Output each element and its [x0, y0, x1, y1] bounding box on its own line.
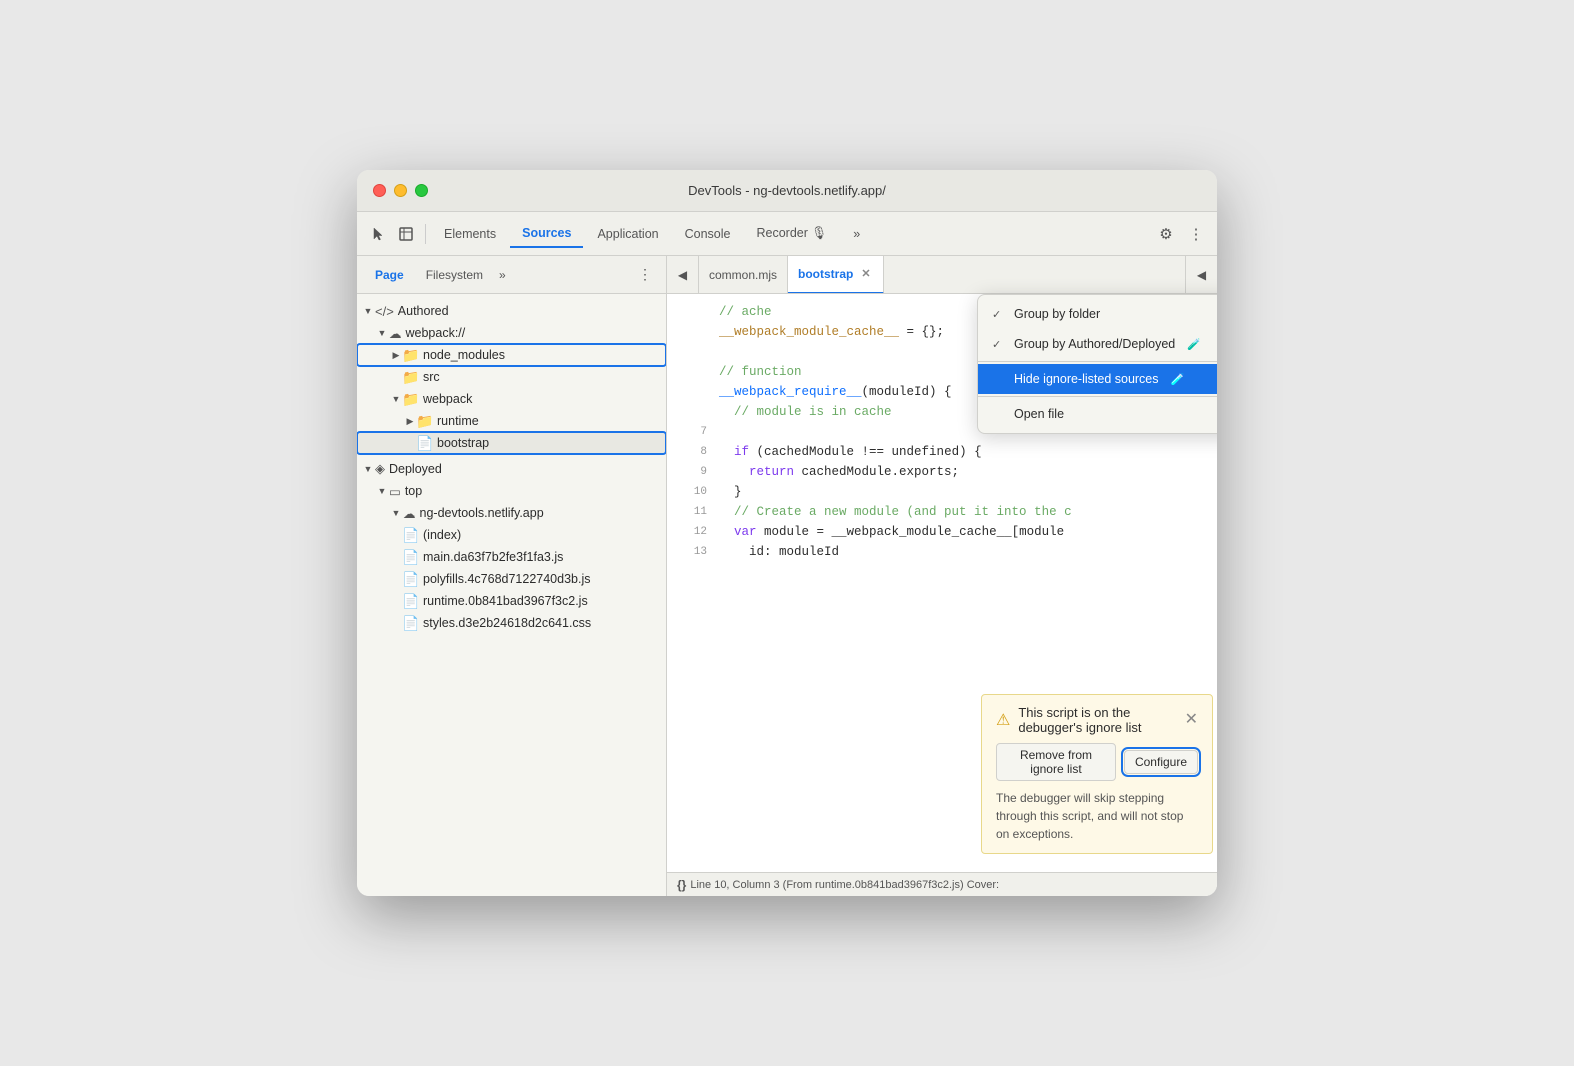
cursor-icon[interactable] — [365, 221, 391, 247]
notif-close-button[interactable]: ✕ — [1185, 712, 1198, 728]
code-line-9: 9 return cachedModule.exports; — [667, 462, 1217, 482]
src-item[interactable]: 📁 src — [357, 366, 666, 388]
nav-back-icon[interactable]: ◀ — [667, 256, 699, 294]
sec-tab-page[interactable]: Page — [365, 264, 414, 286]
webpack-item[interactable]: ▼ ☁ webpack:// — [357, 322, 666, 344]
notif-description: The debugger will skip stepping through … — [996, 789, 1198, 843]
menu-item-label: Group by folder — [1014, 307, 1100, 321]
file-tabs-nav-right[interactable]: ◀ — [1185, 256, 1217, 294]
experiment-icon: 🧪 — [1187, 338, 1201, 351]
webpack-folder-item[interactable]: ▼ 📁 webpack — [357, 388, 666, 410]
code-line-8: 8 if (cachedModule !== undefined) { — [667, 442, 1217, 462]
file-tab-bootstrap[interactable]: bootstrap ✕ — [788, 256, 884, 294]
secondary-nav: Page Filesystem » ⋮ — [357, 256, 666, 294]
more-options-icon[interactable]: ⋮ — [1183, 221, 1209, 247]
menu-item-label: Open file — [1014, 407, 1064, 421]
code-line-13: 13 id: moduleId — [667, 542, 1217, 562]
sec-tab-filesystem[interactable]: Filesystem — [416, 264, 493, 286]
node-modules-item[interactable]: ▶ 📁 node_modules — [357, 344, 666, 366]
status-bar: {} Line 10, Column 3 (From runtime.0b841… — [667, 872, 1217, 896]
notif-buttons: Remove from ignore list Configure — [996, 743, 1198, 781]
menu-item-label: Hide ignore-listed sources — [1014, 372, 1159, 386]
bootstrap-item[interactable]: 📄 bootstrap — [357, 432, 666, 454]
right-panel: ◀ common.mjs bootstrap ✕ ◀ // ache — [667, 256, 1217, 896]
remove-from-ignore-button[interactable]: Remove from ignore list — [996, 743, 1116, 781]
sec-nav-more-icon[interactable]: ⋮ — [632, 264, 658, 285]
notif-title: This script is on the debugger's ignore … — [1018, 705, 1176, 735]
code-line-10: 10 } — [667, 482, 1217, 502]
deployed-section[interactable]: ▼ ◈ Deployed — [357, 458, 666, 480]
tab-bar: Elements Sources Application Console Rec… — [357, 212, 1217, 256]
sec-tab-more[interactable]: » — [495, 266, 510, 284]
menu-open-file[interactable]: Open file ⌘ P — [978, 399, 1217, 429]
inspect-icon[interactable] — [393, 221, 419, 247]
left-panel: Page Filesystem » ⋮ ▼ </> Authored ▼ ☁ — [357, 256, 667, 896]
index-file-item[interactable]: 📄 (index) — [357, 524, 666, 546]
menu-item-label: Group by Authored/Deployed — [1014, 337, 1175, 351]
minimize-button[interactable] — [394, 184, 407, 197]
file-tabs: ◀ common.mjs bootstrap ✕ ◀ — [667, 256, 1217, 294]
main-file-item[interactable]: 📄 main.da63f7b2fe3f1fa3.js — [357, 546, 666, 568]
main-content: Page Filesystem » ⋮ ▼ </> Authored ▼ ☁ — [357, 256, 1217, 896]
notif-header: ⚠ This script is on the debugger's ignor… — [996, 705, 1198, 735]
devtools-window: DevTools - ng-devtools.netlify.app/ Elem… — [357, 170, 1217, 896]
tab-application[interactable]: Application — [585, 221, 670, 247]
bootstrap-tab-close[interactable]: ✕ — [859, 266, 872, 281]
close-button[interactable] — [373, 184, 386, 197]
code-line-11: 11 // Create a new module (and put it in… — [667, 502, 1217, 522]
context-menu: ✓ Group by folder ✓ Group by Authored/De… — [977, 294, 1217, 434]
ignore-notification: ⚠ This script is on the debugger's ignor… — [981, 694, 1213, 854]
polyfills-file-item[interactable]: 📄 polyfills.4c768d7122740d3b.js — [357, 568, 666, 590]
tab-elements[interactable]: Elements — [432, 221, 508, 247]
braces-icon: {} — [677, 878, 686, 892]
check-icon: ✓ — [992, 338, 1006, 351]
file-tab-common[interactable]: common.mjs — [699, 256, 788, 294]
file-tree: ▼ </> Authored ▼ ☁ webpack:// ▶ 📁 node_m… — [357, 294, 666, 896]
tab-sources[interactable]: Sources — [510, 220, 583, 248]
runtime-item[interactable]: ▶ 📁 runtime — [357, 410, 666, 432]
styles-file-item[interactable]: 📄 styles.d3e2b24618d2c641.css — [357, 612, 666, 634]
check-icon: ✓ — [992, 308, 1006, 321]
authored-section[interactable]: ▼ </> Authored — [357, 300, 666, 322]
warning-icon: ⚠ — [996, 710, 1010, 730]
tab-console[interactable]: Console — [673, 221, 743, 247]
window-title: DevTools - ng-devtools.netlify.app/ — [688, 183, 886, 198]
tab-recorder[interactable]: Recorder 🎙 — [744, 220, 839, 247]
menu-separator — [978, 396, 1217, 397]
configure-button[interactable]: Configure — [1124, 750, 1198, 774]
separator — [425, 224, 426, 244]
experiment-icon: 🧪 — [1171, 373, 1185, 386]
runtime-file-item[interactable]: 📄 runtime.0b841bad3967f3c2.js — [357, 590, 666, 612]
maximize-button[interactable] — [415, 184, 428, 197]
menu-group-by-folder[interactable]: ✓ Group by folder — [978, 299, 1217, 329]
traffic-lights — [373, 184, 428, 197]
code-line-12: 12 var module = __webpack_module_cache__… — [667, 522, 1217, 542]
settings-icon[interactable]: ⚙ — [1153, 221, 1179, 247]
netlify-item[interactable]: ▼ ☁ ng-devtools.netlify.app — [357, 502, 666, 524]
bootstrap-tab-label: bootstrap — [798, 267, 853, 281]
status-text: Line 10, Column 3 (From runtime.0b841bad… — [690, 879, 999, 891]
menu-separator — [978, 361, 1217, 362]
common-tab-label: common.mjs — [709, 268, 777, 282]
tab-bar-right: ⚙ ⋮ — [1153, 221, 1209, 247]
tab-more[interactable]: » — [841, 221, 872, 247]
menu-hide-ignore-listed[interactable]: Hide ignore-listed sources 🧪 — [978, 364, 1217, 394]
top-item[interactable]: ▼ ▭ top — [357, 480, 666, 502]
title-bar: DevTools - ng-devtools.netlify.app/ — [357, 170, 1217, 212]
menu-group-authored-deployed[interactable]: ✓ Group by Authored/Deployed 🧪 — [978, 329, 1217, 359]
